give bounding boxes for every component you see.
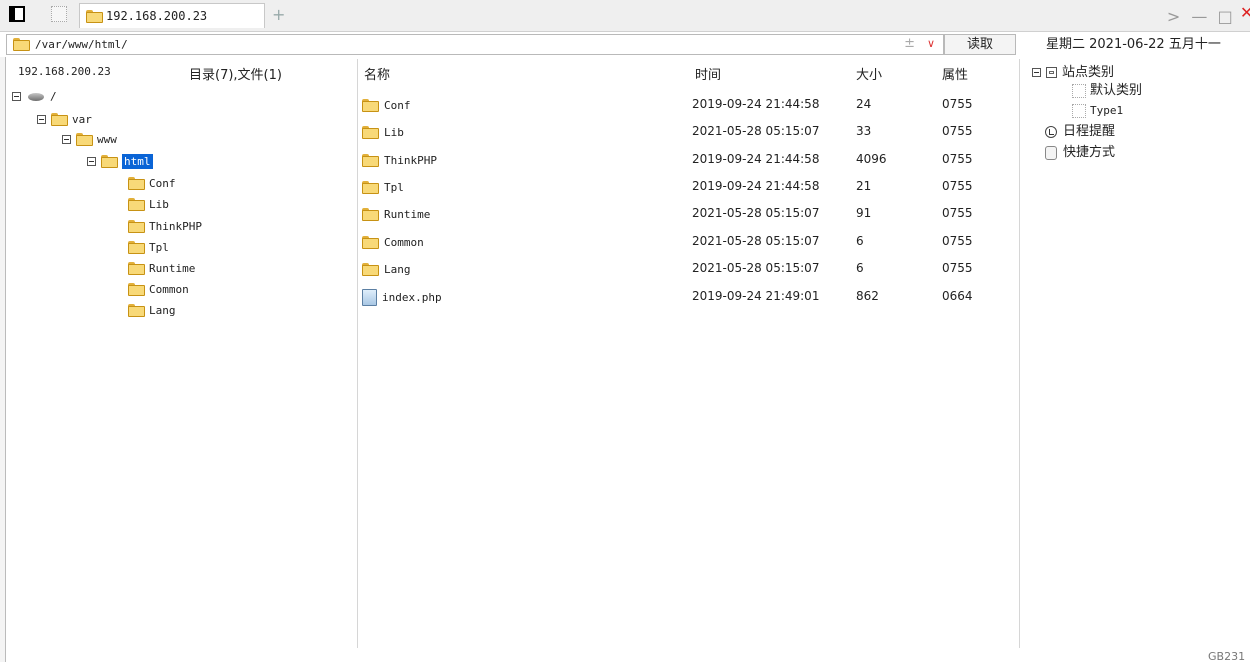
folder-icon	[128, 262, 145, 275]
tree-node-root[interactable]: /	[12, 86, 57, 106]
tree-node-child[interactable]: Tpl	[128, 237, 169, 257]
file-list-panel: 名称 时间 大小 属性 Conf 2019-09-24 21:44:58 24 …	[358, 59, 1018, 648]
column-header-size[interactable]: 大小	[856, 64, 882, 83]
file-row[interactable]: Common 2021-05-28 05:15:07 6 0755	[358, 228, 1018, 255]
folder-icon	[128, 220, 145, 233]
category-icon	[1046, 67, 1057, 78]
tab-bar: 192.168.200.23 + > — □ ✕	[0, 0, 1250, 32]
chevron-down-icon[interactable]: ∨	[927, 37, 935, 50]
shortcuts-item[interactable]: 快捷方式	[1045, 143, 1115, 162]
tree-node-child[interactable]: Runtime	[128, 258, 195, 278]
tree-node-child[interactable]: Conf	[128, 173, 176, 193]
folder-icon	[128, 304, 145, 317]
file-row[interactable]: index.php 2019-09-24 21:49:01 862 0664	[358, 283, 1018, 310]
shortcut-icon	[1045, 145, 1057, 160]
folder-icon	[362, 98, 379, 112]
forward-icon[interactable]: >	[1163, 7, 1185, 26]
file-row[interactable]: Lib 2021-05-28 05:15:07 33 0755	[358, 118, 1018, 145]
tree-node-child[interactable]: Common	[128, 279, 189, 299]
tree-node-child[interactable]: Lib	[128, 194, 169, 214]
panel-toggle-icon[interactable]	[9, 6, 25, 22]
blank-tab-icon[interactable]	[51, 6, 67, 22]
folder-icon	[362, 235, 379, 249]
tree-node-www[interactable]: www	[62, 129, 117, 149]
folder-icon	[13, 38, 30, 51]
path-text: /var/www/html/	[35, 38, 128, 51]
file-row[interactable]: Lang 2021-05-28 05:15:07 6 0755	[358, 255, 1018, 282]
folder-icon	[51, 113, 68, 126]
file-row[interactable]: Tpl 2019-09-24 21:44:58 21 0755	[358, 173, 1018, 200]
php-file-icon	[362, 288, 377, 306]
tree-node-var[interactable]: var	[37, 109, 92, 129]
sidebar-right: 站点类别 默认类别 Type1 日程提醒 快捷方式	[1019, 59, 1250, 648]
tree-node-site-category[interactable]: 站点类别	[1032, 63, 1114, 82]
maximize-icon[interactable]: □	[1214, 7, 1236, 26]
directory-tree-panel: 192.168.200.23 目录(7),文件(1) / var www htm…	[6, 59, 358, 648]
file-row[interactable]: ThinkPHP 2019-09-24 21:44:58 4096 0755	[358, 146, 1018, 173]
folder-icon	[128, 177, 145, 190]
file-row[interactable]: Runtime 2021-05-28 05:15:07 91 0755	[358, 200, 1018, 227]
date-display: 星期二 2021-06-22 五月十一	[1046, 37, 1221, 52]
blank-node-icon	[1072, 83, 1086, 98]
tree-node-child[interactable]: Lang	[128, 300, 176, 320]
file-row[interactable]: Conf 2019-09-24 21:44:58 24 0755	[358, 91, 1018, 118]
file-list-header: 名称 时间 大小 属性	[358, 59, 1018, 85]
new-tab-button[interactable]: +	[272, 5, 285, 24]
bookmark-toggle-icon[interactable]: ±	[904, 36, 915, 51]
folder-icon	[362, 262, 379, 276]
tree-host: 192.168.200.23	[18, 65, 111, 78]
tree-summary: 目录(7),文件(1)	[189, 68, 282, 83]
column-header-perm[interactable]: 属性	[942, 64, 968, 83]
clock-icon	[1045, 125, 1057, 138]
tree-node-html[interactable]: html	[87, 151, 153, 171]
schedule-reminder-item[interactable]: 日程提醒	[1045, 122, 1115, 141]
tree-node-default-category[interactable]: 默认类别	[1072, 81, 1142, 100]
read-button[interactable]: 读取	[944, 34, 1016, 55]
folder-icon	[362, 180, 379, 194]
collapse-icon[interactable]	[1032, 68, 1041, 77]
folder-icon	[128, 241, 145, 254]
folder-icon	[362, 153, 379, 167]
collapse-icon[interactable]	[62, 135, 71, 144]
folder-icon	[362, 207, 379, 221]
tab-active-host[interactable]: 192.168.200.23	[79, 3, 265, 28]
tree-header: 192.168.200.23 目录(7),文件(1)	[6, 59, 357, 85]
column-header-name[interactable]: 名称	[364, 64, 390, 83]
collapse-icon[interactable]	[37, 115, 46, 124]
collapse-icon[interactable]	[87, 157, 96, 166]
encoding-label: GB231	[1208, 650, 1246, 663]
window-controls: > — □ ✕	[1163, 3, 1250, 26]
blank-node-icon	[1072, 104, 1086, 118]
folder-icon	[128, 198, 145, 211]
address-bar: /var/www/html/ ± ∨ 读取	[0, 33, 1018, 57]
drive-icon	[26, 92, 46, 102]
folder-icon	[128, 283, 145, 296]
close-icon[interactable]: ✕	[1240, 3, 1250, 22]
folder-icon	[362, 125, 379, 139]
folder-icon	[86, 10, 103, 23]
tree-node-type1[interactable]: Type1	[1072, 101, 1123, 120]
minimize-icon[interactable]: —	[1188, 7, 1210, 26]
collapse-icon[interactable]	[12, 92, 21, 101]
path-input[interactable]: /var/www/html/ ± ∨	[6, 34, 944, 55]
tree-node-child[interactable]: ThinkPHP	[128, 216, 202, 236]
tab-label: 192.168.200.23	[106, 9, 208, 23]
column-header-time[interactable]: 时间	[695, 64, 721, 83]
folder-icon	[76, 133, 93, 146]
folder-open-icon	[101, 155, 118, 168]
